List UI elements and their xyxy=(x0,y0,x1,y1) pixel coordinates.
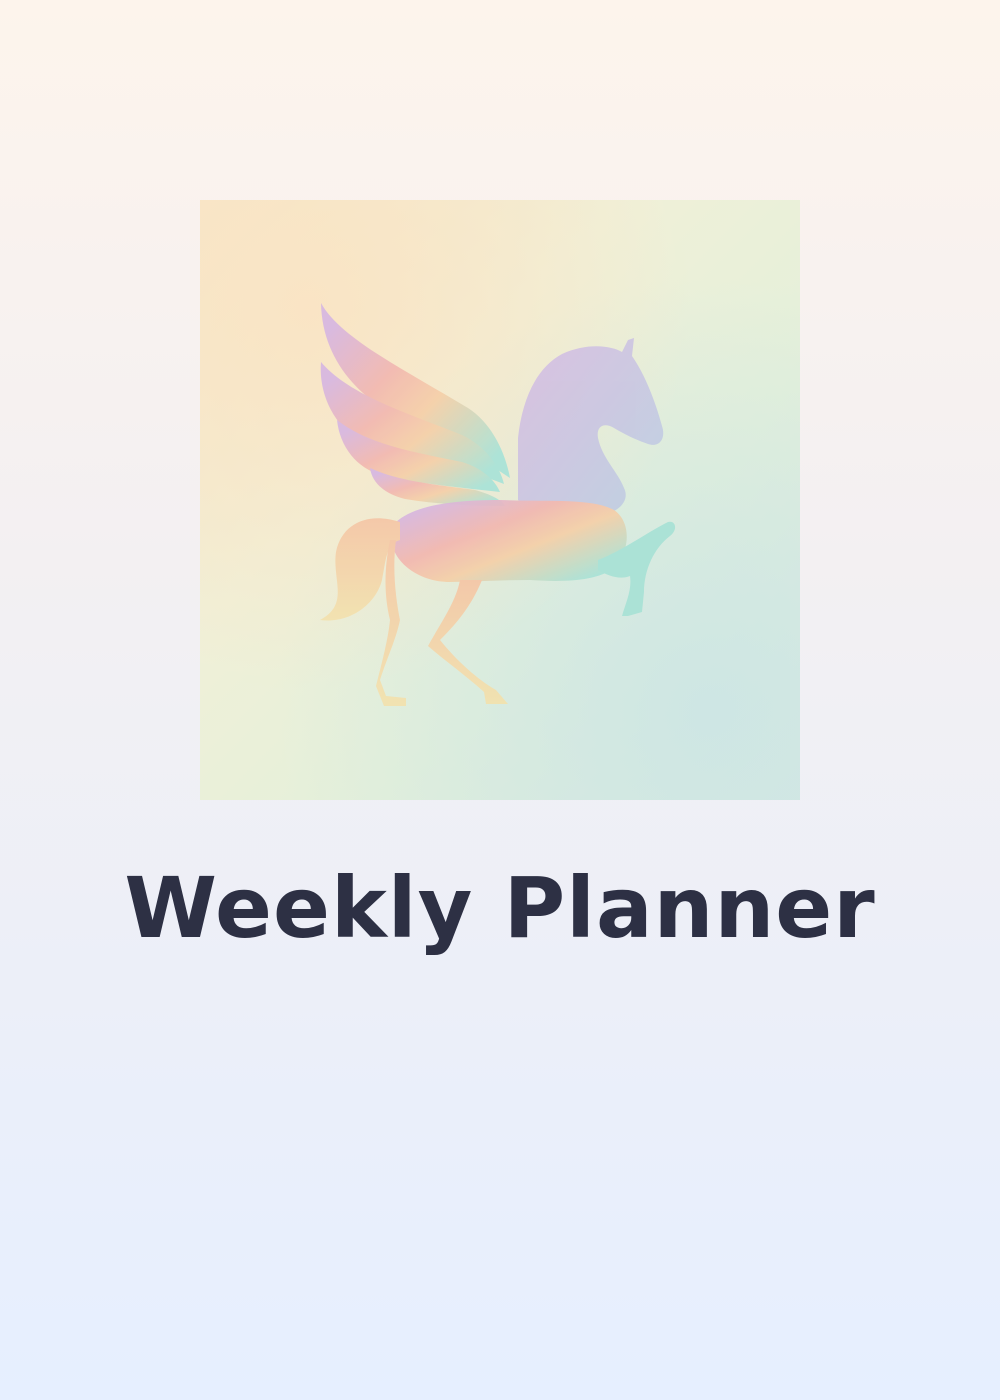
pegasus-icon xyxy=(320,303,676,706)
planner-title: Weekly Planner xyxy=(124,859,876,957)
wing-feathers xyxy=(320,303,510,506)
cover-illustration xyxy=(200,200,800,800)
